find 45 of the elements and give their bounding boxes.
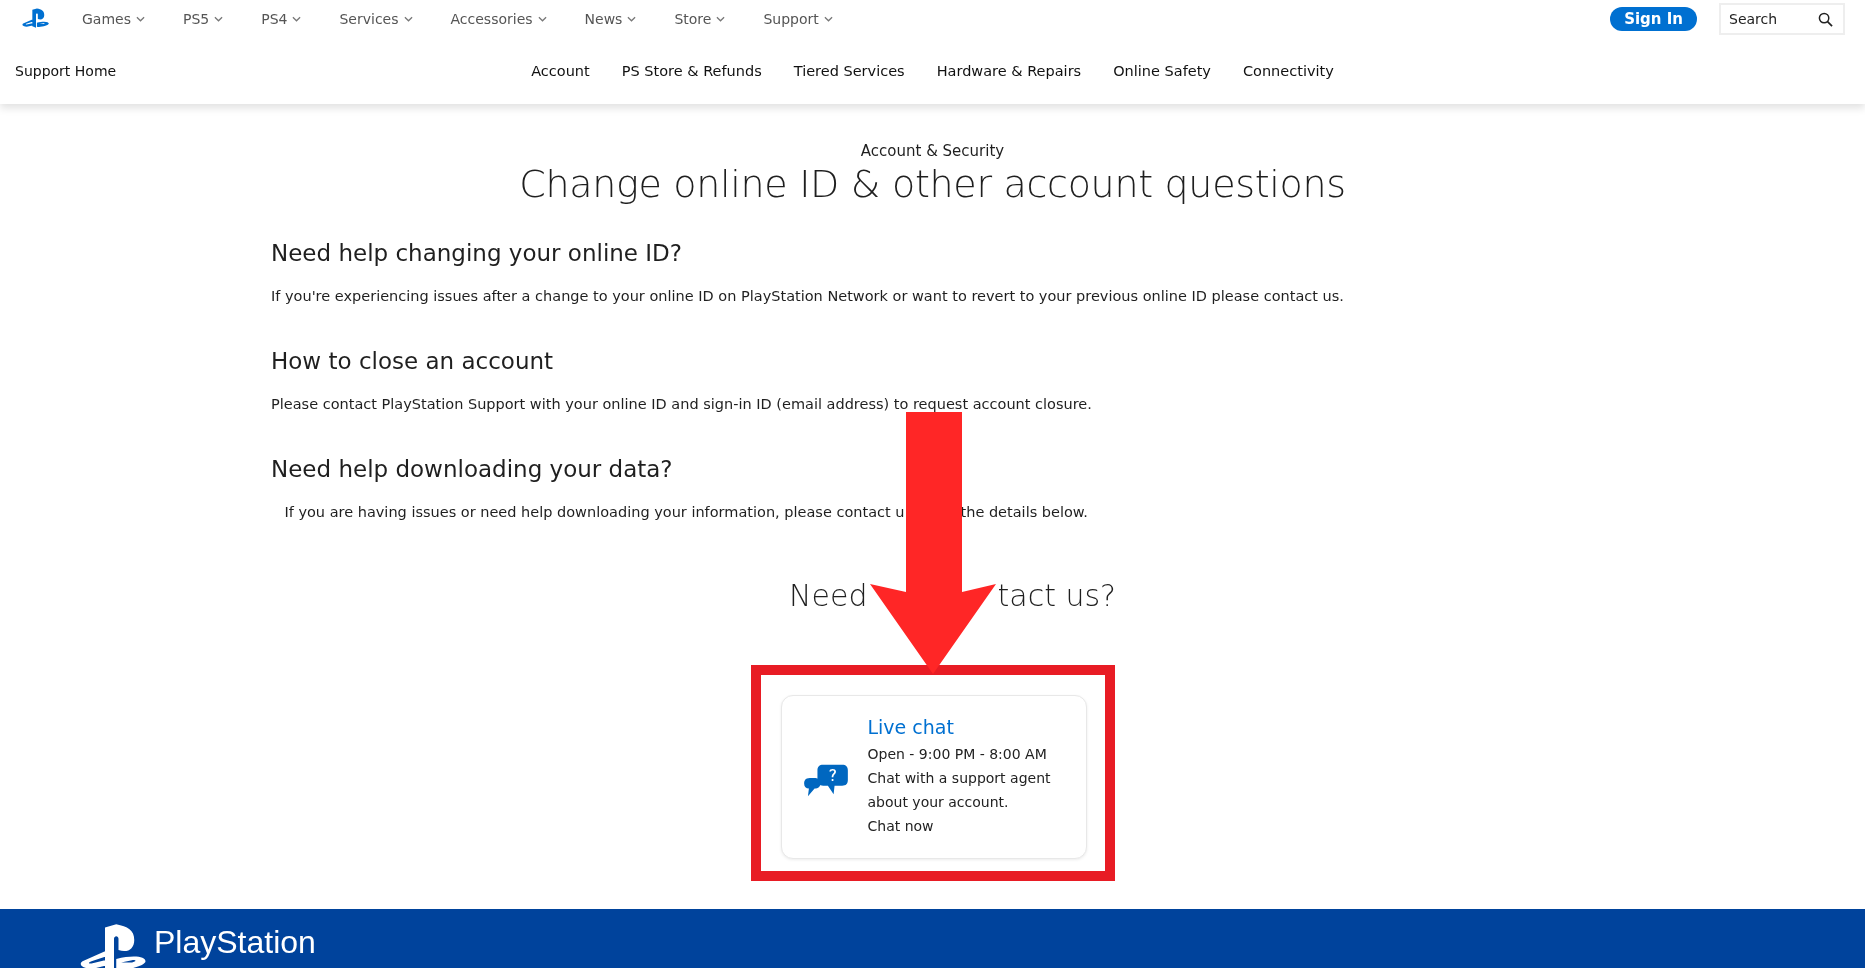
nav-menu-link[interactable]: Store bbox=[674, 11, 726, 27]
section-text: the details below. bbox=[960, 504, 1088, 520]
chevron-down-icon bbox=[403, 16, 413, 22]
live-chat-link[interactable]: Live chat bbox=[867, 716, 1072, 738]
support-home-link[interactable]: Support Home bbox=[15, 63, 117, 79]
chevron-down-icon bbox=[136, 16, 145, 22]
category-tab[interactable]: Hardware & Repairs bbox=[936, 63, 1082, 79]
chevron-down-icon bbox=[214, 16, 224, 22]
contact-heading: tact us? bbox=[997, 578, 1116, 613]
chevron-down-icon bbox=[537, 16, 547, 22]
category-tab[interactable]: Online Safety bbox=[1113, 63, 1211, 79]
section-text: If you are having issues or need help downloading your information, please contact u bbox=[284, 504, 905, 520]
card-description: Chat with a support agent about your account. bbox=[867, 769, 1052, 812]
section-heading: Need help downloading your data? bbox=[271, 456, 674, 482]
section-heading: Need help changing your online ID? bbox=[271, 240, 683, 266]
sign-in-button[interactable]: Sign In bbox=[1610, 7, 1697, 31]
chevron-down-icon bbox=[823, 16, 833, 22]
category-tab[interactable]: Account bbox=[531, 63, 590, 79]
chevron-down-icon bbox=[627, 16, 637, 22]
page-title: Change online ID & other account questions bbox=[519, 162, 1346, 206]
chat-now-link[interactable]: Chat now bbox=[867, 814, 1072, 838]
chevron-down-icon bbox=[292, 16, 302, 22]
nav-menu-link[interactable]: Games bbox=[82, 11, 145, 27]
section-heading: How to close an account bbox=[271, 348, 555, 374]
contact-heading: Need bbox=[789, 578, 868, 613]
live-chat-card[interactable]: Live chat Open - 9:00 PM - 8:00 AM Chat with a support agent about your account. Chat now bbox=[780, 695, 1087, 859]
section-text: If you're experiencing issues after a change to your online ID on PlayStation Network or want to revert to your previous online ID please contact us. bbox=[271, 288, 1345, 304]
category-tab[interactable]: Connectivity bbox=[1242, 63, 1334, 79]
nav-menu-link[interactable]: Support bbox=[763, 11, 833, 27]
nav-menu-link[interactable]: Accessories bbox=[450, 11, 547, 27]
chevron-down-icon bbox=[716, 16, 726, 22]
nav-menu-link[interactable]: News bbox=[584, 11, 637, 27]
section-text: Please contact PlayStation Support with your online ID and sign-in ID (email address) to request account closure. bbox=[271, 396, 1093, 412]
opening-hours: Open - 9:00 PM - 8:00 AM bbox=[867, 745, 1048, 764]
search-icon bbox=[1818, 12, 1833, 27]
playstation-logo-icon[interactable] bbox=[22, 8, 50, 30]
nav-menu-link[interactable]: PS5 bbox=[183, 11, 224, 27]
category-tab[interactable]: PS Store & Refunds bbox=[621, 63, 762, 79]
playstation-logo-icon bbox=[80, 923, 148, 968]
category-tab[interactable]: Tiered Services bbox=[793, 63, 905, 79]
nav-menu-link[interactable]: Services bbox=[339, 11, 413, 27]
nav-menu-link[interactable]: PS4 bbox=[261, 11, 302, 27]
footer-logo-text: PlayStation bbox=[154, 923, 316, 961]
breadcrumb: Account & Security bbox=[860, 142, 1005, 160]
search-field[interactable]: Search bbox=[1719, 3, 1845, 35]
